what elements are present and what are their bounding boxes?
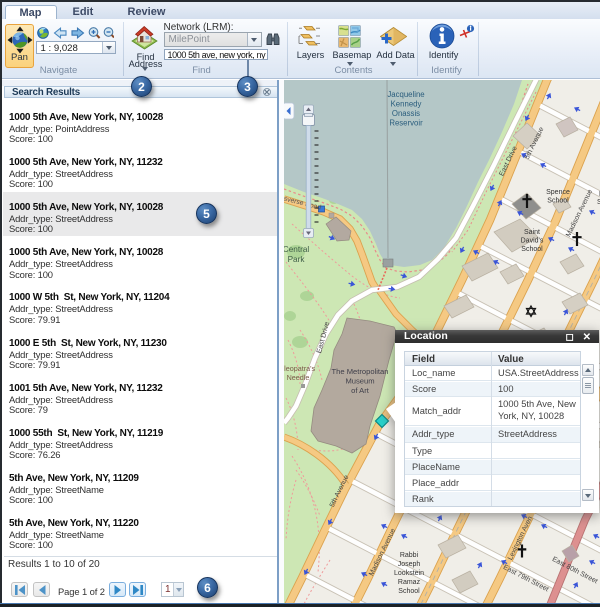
svg-text:Kennedy: Kennedy xyxy=(391,100,422,109)
svg-text:Ramaz: Ramaz xyxy=(398,579,421,586)
svg-text:School: School xyxy=(398,588,420,595)
svg-text:Museum: Museum xyxy=(345,377,374,386)
svg-text:Joseph: Joseph xyxy=(398,561,421,568)
svg-text:School: School xyxy=(521,246,543,253)
svg-text:Central: Central xyxy=(284,245,309,254)
svg-text:Onassis: Onassis xyxy=(392,109,420,118)
svg-text:Needle: Needle xyxy=(287,373,310,382)
svg-text:Jacqueline: Jacqueline xyxy=(387,90,424,99)
svg-text:Rabbi: Rabbi xyxy=(400,552,419,559)
svg-text:of Art: of Art xyxy=(351,386,370,395)
svg-text:Lookstein: Lookstein xyxy=(394,570,424,577)
svg-text:Spence: Spence xyxy=(546,189,570,196)
svg-text:Cleopatra's: Cleopatra's xyxy=(284,364,315,373)
svg-text:Reservoir: Reservoir xyxy=(389,119,423,128)
svg-text:Park: Park xyxy=(288,255,306,264)
svg-text:David's: David's xyxy=(521,238,544,245)
svg-text:School: School xyxy=(547,198,569,205)
svg-text:Saint: Saint xyxy=(524,229,540,236)
svg-text:The Metropolitan: The Metropolitan xyxy=(332,367,389,376)
